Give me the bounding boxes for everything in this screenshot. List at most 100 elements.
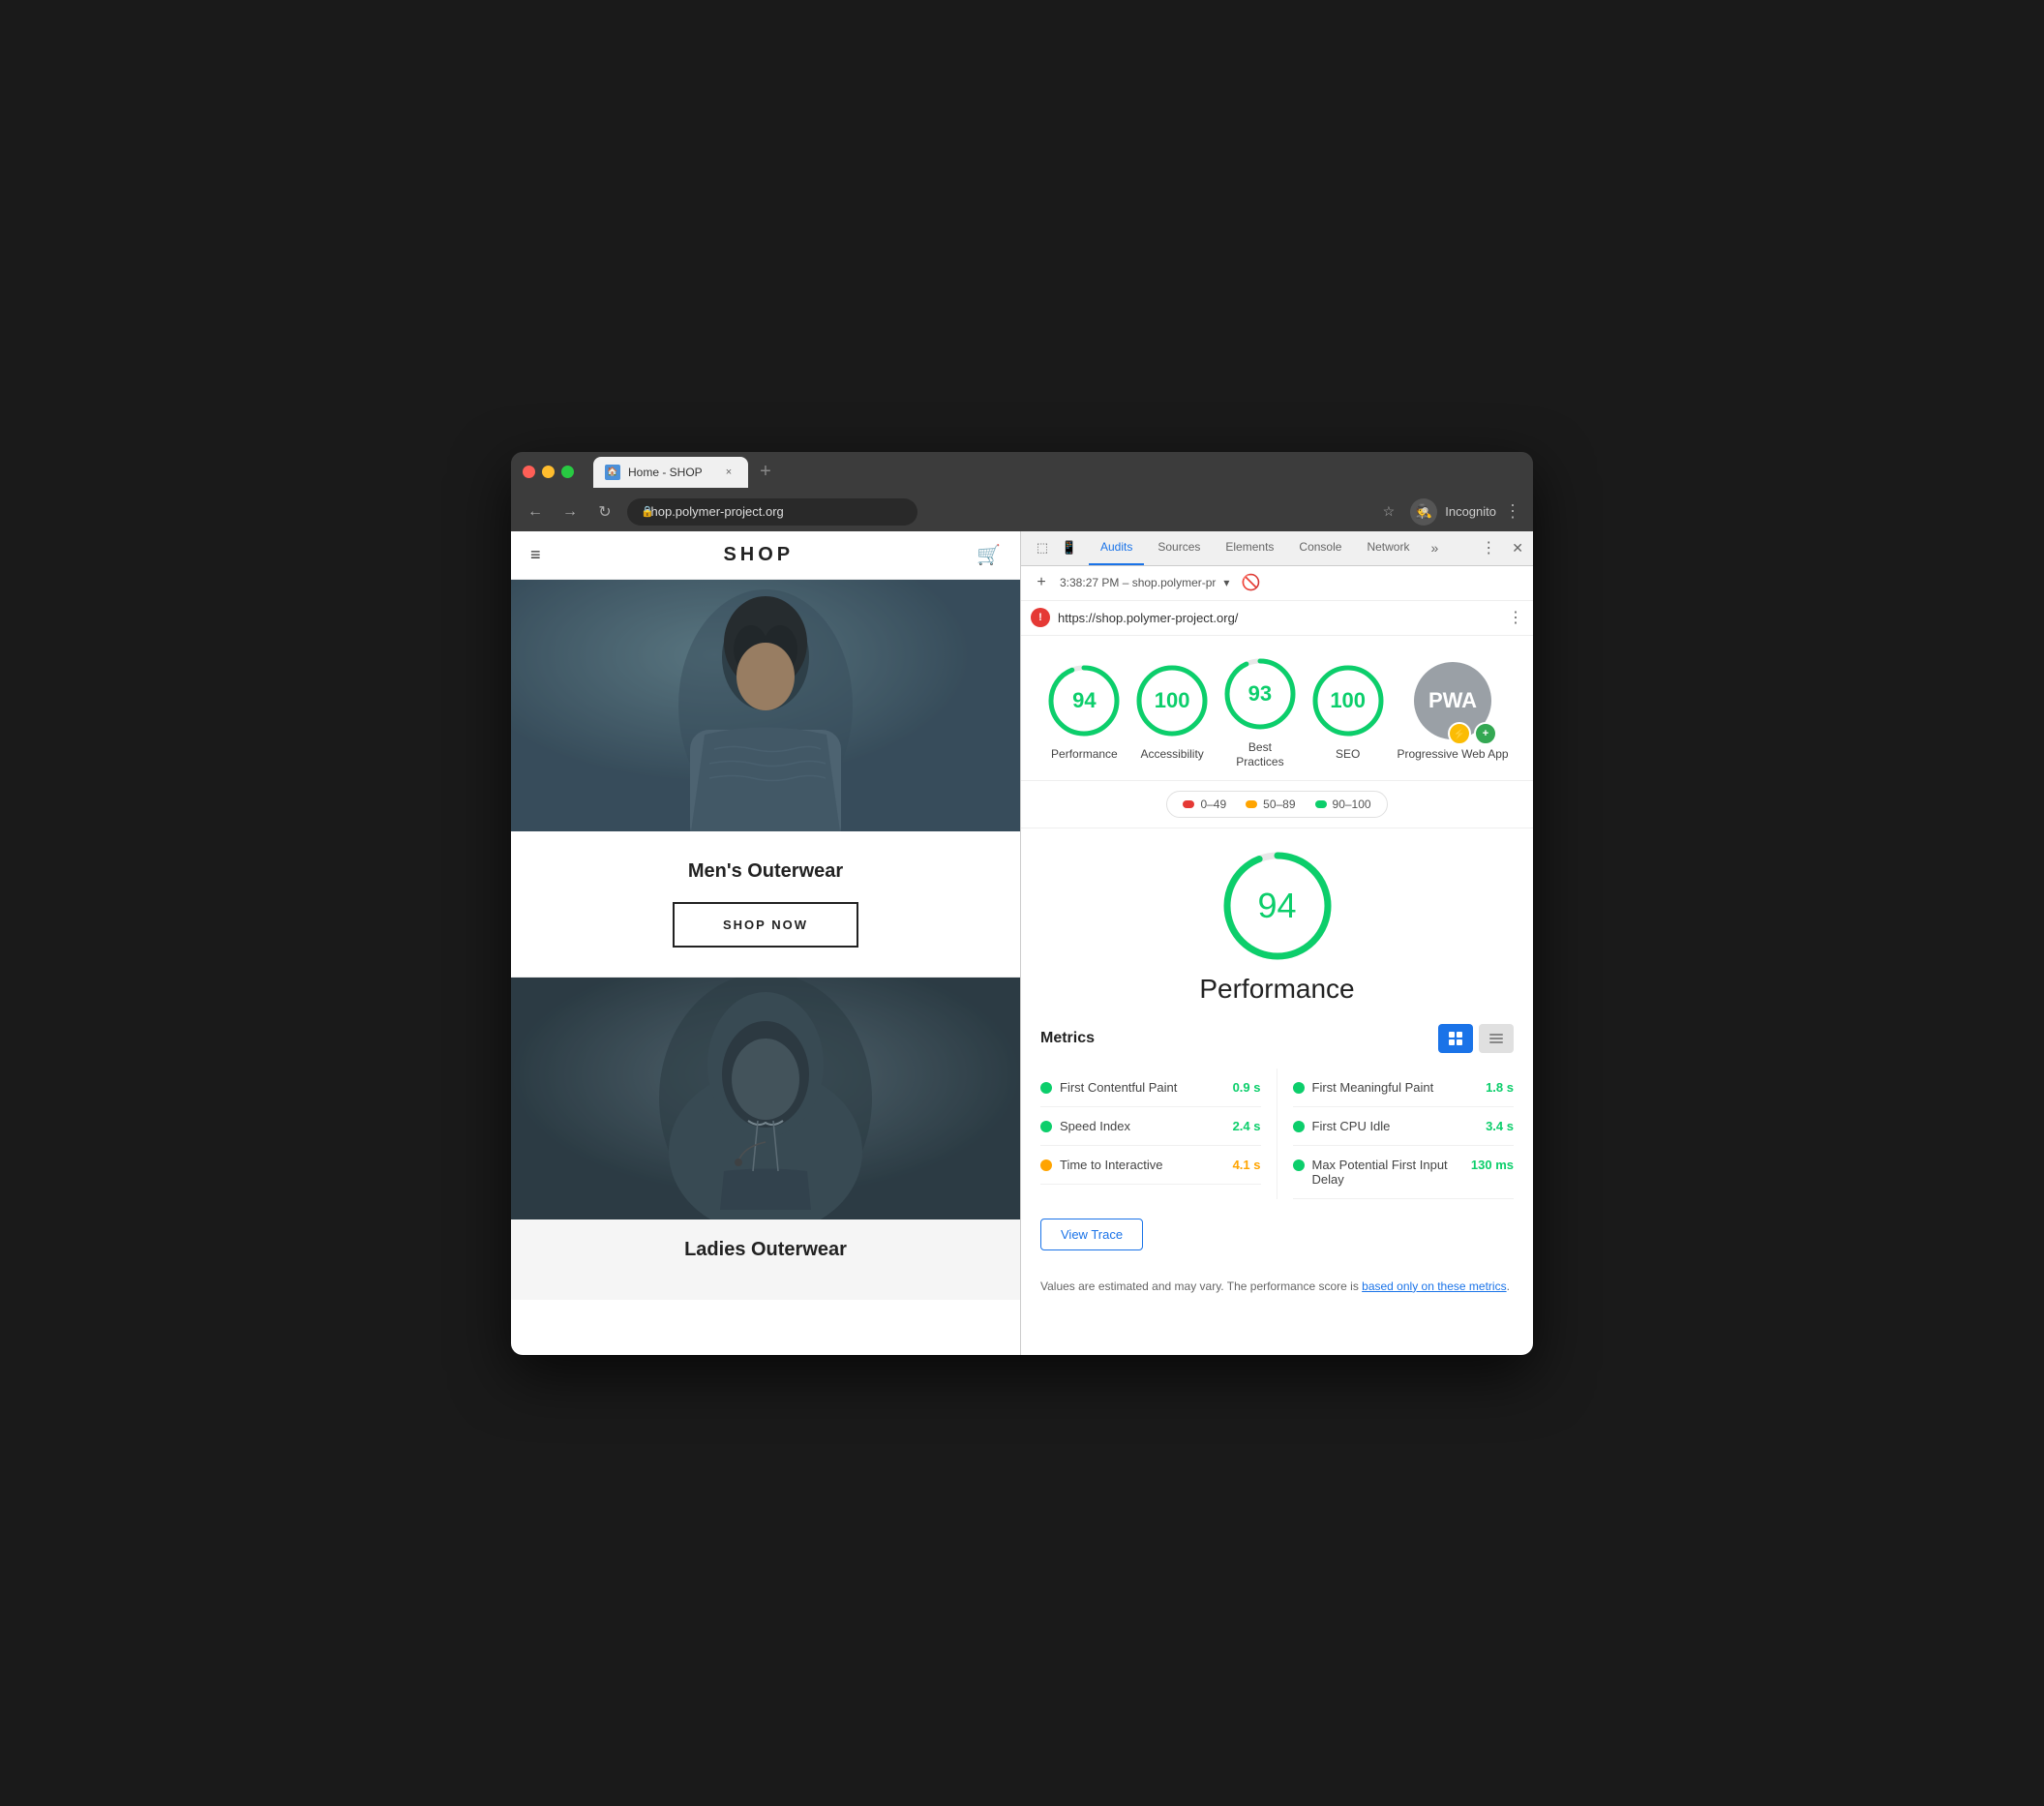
tab-favicon: 🏠 (605, 465, 620, 480)
men-section-title: Men's Outerwear (530, 860, 1001, 883)
pwa-score-label: Progressive Web App (1397, 747, 1508, 763)
tab-audits[interactable]: Audits (1089, 531, 1144, 566)
metric-fcp: First Contentful Paint 0.9 s (1040, 1069, 1261, 1107)
legend-average-label: 50–89 (1263, 798, 1295, 811)
best-practices-label: BestPractices (1236, 740, 1283, 770)
shop-title: SHOP (723, 544, 794, 566)
back-button[interactable]: ← (523, 499, 548, 525)
seo-circle[interactable]: 100 (1309, 662, 1387, 739)
lock-icon: 🔒 (641, 505, 654, 518)
devtools-close-button[interactable]: ✕ (1506, 540, 1529, 557)
footer-text: Values are estimated and may vary. The p… (1040, 1279, 1362, 1293)
view-trace-button[interactable]: View Trace (1040, 1219, 1143, 1250)
tab-sources[interactable]: Sources (1146, 531, 1212, 566)
tab-overflow-button[interactable]: » (1423, 540, 1446, 556)
legend-average: 50–89 (1246, 798, 1295, 811)
hero-image-men (511, 580, 1020, 831)
close-traffic-light[interactable] (523, 466, 535, 478)
legend-area: 0–49 50–89 90–100 (1021, 781, 1533, 828)
browser-tab-active[interactable]: 🏠 Home - SHOP × (593, 457, 748, 488)
shop-header: ≡ SHOP 🛒 (511, 531, 1020, 580)
si-name: Speed Index (1060, 1119, 1225, 1133)
minimize-traffic-light[interactable] (542, 466, 555, 478)
device-icon[interactable]: 📱 (1058, 536, 1081, 559)
tab-elements[interactable]: Elements (1214, 531, 1285, 566)
bookmark-icon[interactable]: ☆ (1383, 503, 1396, 520)
list-view-button[interactable] (1479, 1024, 1514, 1053)
tab-network[interactable]: Network (1355, 531, 1421, 566)
seo-label: SEO (1336, 747, 1360, 763)
score-best-practices: 93 BestPractices (1221, 655, 1299, 770)
browser-window: 🏠 Home - SHOP × + ← → ↻ 🔒 shop.polymer-p… (511, 452, 1533, 1355)
best-practices-circle[interactable]: 93 (1221, 655, 1299, 733)
metrics-header: Metrics (1040, 1024, 1514, 1053)
fci-name: First CPU Idle (1312, 1119, 1479, 1133)
report-icon: ! (1031, 608, 1050, 627)
detail-section-title: Performance (1199, 974, 1354, 1005)
pwa-circle-area[interactable]: PWA ⚡ + (1414, 662, 1491, 739)
add-audit-button[interactable]: + (1031, 572, 1052, 593)
grid-view-button[interactable] (1438, 1024, 1473, 1053)
devtools-menu-button[interactable]: ⋮ (1473, 538, 1504, 557)
cart-icon[interactable]: 🛒 (977, 543, 1001, 567)
address-box[interactable]: 🔒 shop.polymer-project.org (627, 498, 917, 526)
forward-button[interactable]: → (557, 499, 583, 525)
main-area: ≡ SHOP 🛒 (511, 531, 1533, 1355)
fci-dot (1293, 1121, 1305, 1132)
hamburger-menu-button[interactable]: ≡ (530, 545, 541, 565)
tab-close-button[interactable]: × (721, 465, 736, 480)
metrics-grid: First Contentful Paint 0.9 s Speed Index… (1040, 1069, 1514, 1199)
performance-score: 94 (1072, 688, 1096, 713)
url-more-button[interactable]: ⋮ (1508, 608, 1523, 627)
fcp-name: First Contentful Paint (1060, 1080, 1225, 1095)
browser-more-button[interactable]: ⋮ (1504, 501, 1521, 522)
footer-note: Values are estimated and may vary. The p… (1040, 1278, 1514, 1295)
accessibility-label: Accessibility (1140, 747, 1203, 763)
fmp-dot (1293, 1082, 1305, 1094)
address-text: shop.polymer-project.org (637, 504, 784, 519)
metric-si: Speed Index 2.4 s (1040, 1107, 1261, 1146)
fmp-value: 1.8 s (1486, 1080, 1514, 1095)
tab-console[interactable]: Console (1287, 531, 1353, 566)
mpfid-dot (1293, 1159, 1305, 1171)
metric-fmp: First Meaningful Paint 1.8 s (1293, 1069, 1515, 1107)
new-tab-button[interactable]: + (752, 459, 779, 486)
address-bar: ← → ↻ 🔒 shop.polymer-project.org ☆ 🕵️ In… (511, 493, 1533, 531)
detail-score-area: 94 Performance (1040, 848, 1514, 1005)
score-accessibility: 100 Accessibility (1133, 662, 1211, 763)
shop-now-button[interactable]: SHOP NOW (673, 902, 858, 948)
devtools-panel: ⬚ 📱 Audits Sources Elements Console Netw… (1020, 531, 1533, 1355)
plus-icon: + (1483, 728, 1488, 739)
metric-mpfid: Max Potential First Input Delay 130 ms (1293, 1146, 1515, 1199)
refresh-button[interactable]: ↻ (592, 499, 617, 525)
accessibility-circle[interactable]: 100 (1133, 662, 1211, 739)
timestamp-dropdown[interactable]: ▾ (1223, 576, 1229, 589)
tti-dot (1040, 1159, 1052, 1171)
legend-fail-dot (1183, 800, 1194, 808)
legend-average-dot (1246, 800, 1257, 808)
hero-image-ladies (511, 978, 1020, 1219)
metrics-title: Metrics (1040, 1030, 1095, 1047)
inspect-icon[interactable]: ⬚ (1031, 536, 1054, 559)
tab-title: Home - SHOP (628, 466, 703, 479)
accessibility-score: 100 (1155, 688, 1190, 713)
tti-name: Time to Interactive (1060, 1158, 1225, 1172)
legend-pass: 90–100 (1315, 798, 1371, 811)
mpfid-value: 130 ms (1471, 1158, 1514, 1172)
traffic-lights (523, 466, 574, 478)
clear-audit-button[interactable]: 🚫 (1241, 573, 1260, 592)
performance-circle[interactable]: 94 (1045, 662, 1123, 739)
fcp-value: 0.9 s (1233, 1080, 1261, 1095)
detail-section: 94 Performance Metrics (1021, 828, 1533, 1355)
performance-label: Performance (1051, 747, 1118, 763)
devtools-tab-bar: ⬚ 📱 Audits Sources Elements Console Netw… (1021, 531, 1533, 566)
footer-link[interactable]: based only on these metrics (1362, 1279, 1506, 1293)
fullscreen-traffic-light[interactable] (561, 466, 574, 478)
legend-pass-dot (1315, 800, 1327, 808)
incognito-label: Incognito (1445, 504, 1496, 519)
footer-suffix: . (1507, 1279, 1510, 1293)
legend-fail: 0–49 (1183, 798, 1226, 811)
ladies-section: Ladies Outerwear (511, 1219, 1020, 1300)
audit-timestamp: 3:38:27 PM – shop.polymer-pr (1060, 576, 1216, 589)
title-bar: 🏠 Home - SHOP × + (511, 452, 1533, 493)
